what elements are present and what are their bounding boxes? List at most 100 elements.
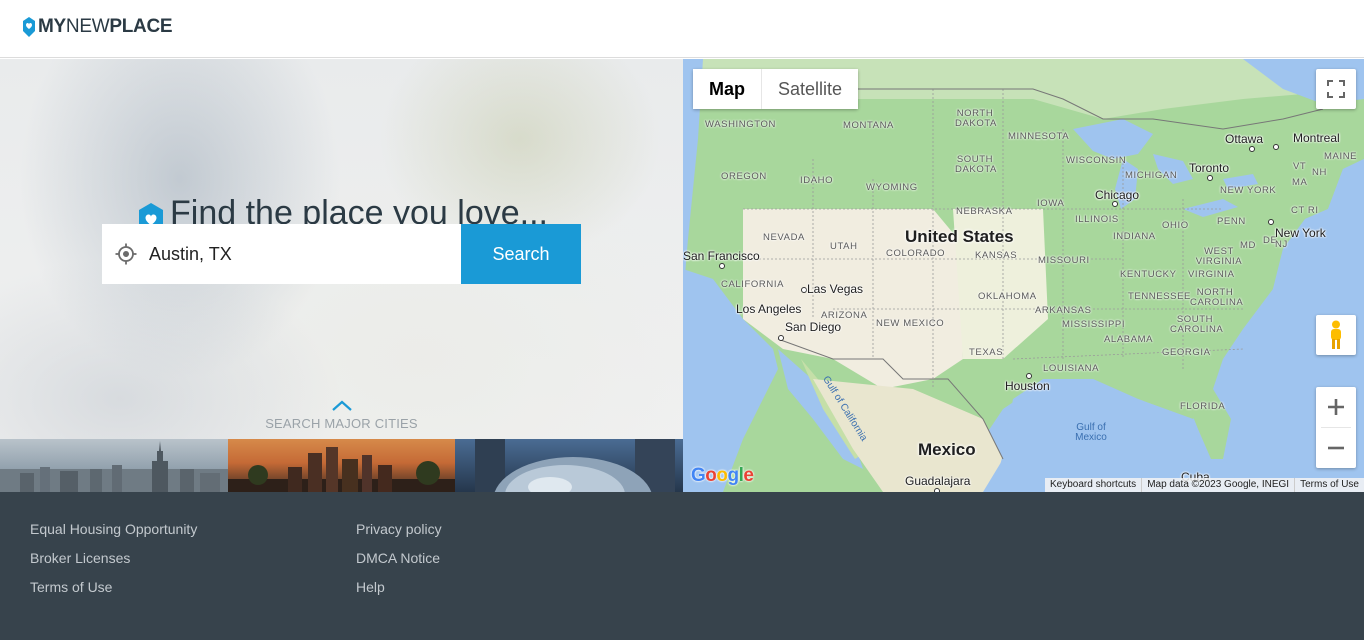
map-label-state: TEXAS [969,347,1004,358]
map-label-state: MONTANA [843,120,894,131]
map-label-state: IOWA [1037,198,1065,209]
map-label-city: Las Vegas [807,282,864,296]
locate-me-icon[interactable] [114,242,138,266]
footer-column-1: Equal Housing Opportunity Broker License… [30,521,197,595]
app-root: MYNEWPLACE Find the place you love... Au… [0,0,1364,640]
keyboard-shortcuts-link[interactable]: Keyboard shortcuts [1045,478,1141,492]
street-view-pegman[interactable] [1316,315,1356,355]
top-bar: MYNEWPLACE [0,0,1364,58]
map-label-state: KANSAS [975,250,1018,261]
zoom-in-button[interactable] [1316,387,1356,427]
city-tile-chicago[interactable] [455,439,683,492]
footer-link-privacy[interactable]: Privacy policy [356,521,442,537]
chicago-bean-image [475,439,675,492]
fullscreen-button[interactable] [1316,69,1356,109]
map-label-state: NJ [1275,239,1288,250]
map-city-dot [1273,144,1279,150]
map-label-state: SOUTH CAROLINA [1170,314,1224,335]
footer-link-broker-licenses[interactable]: Broker Licenses [30,550,197,566]
footer-link-dmca[interactable]: DMCA Notice [356,550,442,566]
map-label-city: Ottawa [1225,132,1264,146]
google-logo[interactable]: Google [691,465,754,487]
footer-link-help[interactable]: Help [356,579,442,595]
map-label-state: GEORGIA [1162,347,1211,358]
map-label-country-us: United States [905,227,1014,246]
map-type-control: Map Satellite [693,69,859,109]
map-label-city: San Diego [785,320,842,334]
map-label-state: CALIFORNIA [721,279,785,290]
map-label-state: MA [1292,177,1308,188]
search-button[interactable]: Search [461,224,581,284]
footer-link-equal-housing[interactable]: Equal Housing Opportunity [30,521,197,537]
map-label-state: UTAH [830,241,858,252]
hero-section: Find the place you love... Search SEAR [0,59,683,492]
map-panel[interactable]: WASHINGTON MONTANA NORTH DAKOTA MINNESOT… [683,59,1364,492]
plus-icon [1328,399,1344,415]
footer-column-2: Privacy policy DMCA Notice Help [356,521,442,595]
map-attribution-bar: Keyboard shortcuts Map data ©2023 Google… [1045,478,1364,492]
map-label-city: Houston [1005,379,1050,393]
map-canvas [683,59,1364,492]
search-field-wrapper [102,224,461,284]
map-city-dot [719,263,725,269]
search-major-cities-label: SEARCH MAJOR CITIES [265,416,418,431]
map-label-state: MISSISSIPPI [1062,319,1126,330]
map-label-state: COLORADO [886,248,946,259]
map-label-state: ILLINOIS [1075,214,1119,225]
map-label-country-mexico: Mexico [918,440,976,459]
zoom-out-button[interactable] [1316,428,1356,468]
nyc-skyline-image [0,441,228,492]
map-data-credit: Map data ©2023 Google, INEGI [1141,478,1294,492]
map-type-map-button[interactable]: Map [693,69,761,109]
map-label-state: NEBRASKA [956,206,1013,217]
logo-wordmark: MYNEWPLACE [38,16,173,37]
map-label-state: NORTH DAKOTA [955,108,997,129]
map-label-state: PENN [1217,216,1246,227]
city-tile-los-angeles[interactable] [228,439,455,492]
map-label-state: FLORIDA [1180,401,1226,412]
map-label-state: WASHINGTON [705,119,776,130]
map-label-state: CT RI [1291,205,1319,216]
map-label-city: New York [1275,226,1326,240]
map-label-state: NEVADA [763,232,805,243]
minus-icon [1328,446,1344,450]
map-label-state: MISSOURI [1038,255,1090,266]
zoom-control [1316,387,1356,468]
search-major-cities-toggle[interactable]: SEARCH MAJOR CITIES [0,399,683,433]
map-label-water: Gulf of Mexico [1075,422,1107,443]
map-label-state: WYOMING [866,182,918,193]
chevron-up-icon [331,400,352,411]
map-label-state: OKLAHOMA [978,291,1037,302]
map-label-state: ALABAMA [1104,334,1154,345]
map-label-city: Chicago [1095,188,1140,202]
map-city-dot [778,335,784,341]
map-label-state: LOUISIANA [1043,363,1100,374]
map-label-state: WISCONSIN [1066,155,1127,166]
map-city-dot [1207,175,1213,181]
map-terms-link[interactable]: Terms of Use [1294,478,1364,492]
pegman-icon [1331,320,1341,349]
map-label-state: SOUTH DAKOTA [955,154,997,175]
site-footer: Equal Housing Opportunity Broker License… [0,492,1364,640]
map-label-city: San Francisco [683,249,760,263]
map-label-state: MAINE [1324,151,1358,162]
map-label-state: INDIANA [1113,231,1156,242]
major-cities-strip [0,439,683,492]
map-label-state: IDAHO [800,175,834,186]
map-label-city: Los Angeles [736,302,802,316]
map-label-state: OHIO [1162,220,1189,231]
map-label-state: NEW YORK [1220,185,1277,196]
map-label-city: Guadalajara [905,474,971,488]
map-city-dot [1268,219,1274,225]
footer-link-terms[interactable]: Terms of Use [30,579,197,595]
map-label-state: VIRGINIA [1188,269,1235,280]
city-tile-new-york[interactable] [0,439,228,492]
location-search-input[interactable] [149,243,449,265]
map-label-city: Montreal [1293,131,1340,145]
map-city-dot [1249,146,1255,152]
map-label-state: NEW MEXICO [876,318,945,329]
map-label-state: VT [1293,161,1307,172]
map-type-satellite-button[interactable]: Satellite [761,69,859,109]
site-logo[interactable]: MYNEWPLACE [22,16,173,38]
map-label-state: NORTH CAROLINA [1190,287,1244,308]
